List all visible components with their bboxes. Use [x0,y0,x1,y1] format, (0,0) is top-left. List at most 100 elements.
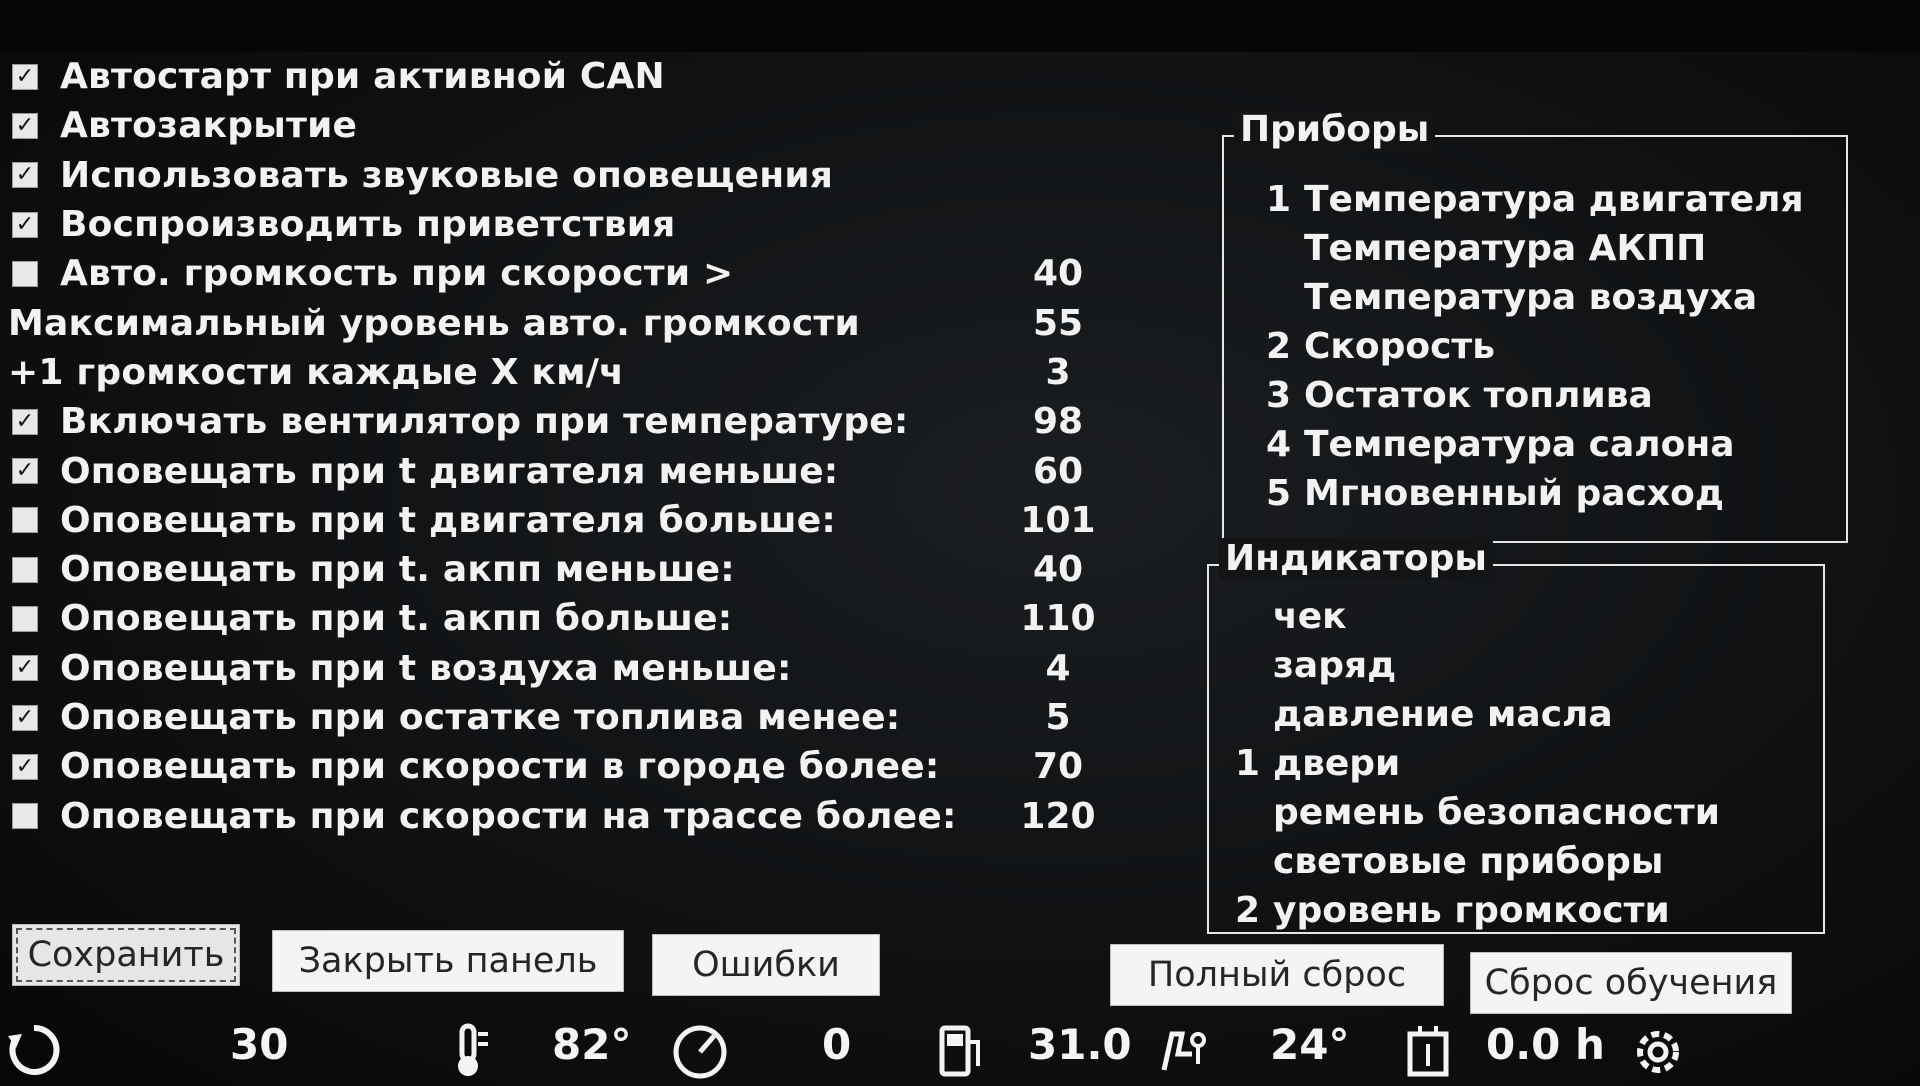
setting-value[interactable]: 4 [998,648,1118,689]
setting-value[interactable]: 55 [998,303,1118,344]
volume-value: 30 [230,1020,289,1069]
setting-label: +1 громкости каждые X км/ч [8,351,624,393]
setting-label: Оповещать при t. акпп больше: [60,598,733,640]
setting-value[interactable]: 60 [998,451,1118,492]
status-bar: 30 82° 0 31.0 24° 0.0 h [0,1014,1920,1086]
setting-label: Максимальный уровень авто. громкости [8,302,860,344]
devices-panel: Приборы 1 Температура двигателя Температур… [1222,109,1848,543]
indicators-item[interactable]: световые приборы [1235,837,1823,886]
indicators-item[interactable]: чек [1235,592,1823,641]
devices-item-label: Температура АКПП [1304,228,1707,269]
setting-label: Оповещать при t. акпп меньше: [60,549,735,591]
setting-row: ✓ Воспроизводить приветствия [8,200,1108,249]
setting-label: Оповещать при скорости в городе более: [60,746,940,788]
setting-label: Включать вентилятор при температуре: [60,401,909,443]
setting-row: ✓ Оповещать при t двигателя меньше: 60 [8,446,1108,495]
thermometer-icon [438,1020,498,1080]
indicators-item[interactable]: ремень безопасности [1235,788,1823,837]
setting-label: Оповещать при t воздуха меньше: [60,647,792,689]
devices-item[interactable]: 1 Температура двигателя [1266,175,1846,224]
setting-value[interactable]: 101 [998,500,1118,541]
settings-list: ✓ Автостарт при активной CAN ✓ Автозакрытие… [8,52,1108,841]
devices-item-number: 1 [1266,179,1292,220]
indicators-item[interactable]: 2 уровень громкости [1235,886,1823,935]
setting-row: Оповещать при скорости на трассе более: 1… [8,791,1108,840]
checkbox-checked[interactable]: ✓ [12,753,38,780]
setting-value[interactable]: 40 [998,549,1118,590]
fuel-value: 31.0 [1028,1020,1132,1069]
checkbox-unchecked[interactable] [12,260,38,287]
devices-panel-title: Приборы [1234,109,1436,150]
indicators-item-label: заряд [1273,645,1397,686]
setting-value[interactable]: 120 [998,796,1118,837]
devices-item[interactable]: 4 Температура салона [1266,420,1846,469]
indicators-item-number: 2 [1235,890,1261,931]
setting-row: ✓ Оповещать при скорости в городе более: 7… [8,742,1108,791]
setting-value[interactable]: 5 [998,697,1118,738]
setting-label: Авто. громкость при скорости > [60,253,734,295]
setting-row: +1 громкости каждые X км/ч 3 [8,348,1108,397]
devices-item[interactable]: 5 Мгновенный расход [1266,469,1846,518]
devices-item-label: Мгновенный расход [1304,473,1724,514]
indicators-item-label: чек [1273,596,1347,637]
checkbox-checked[interactable]: ✓ [12,458,38,485]
devices-item[interactable]: Температура воздуха [1266,273,1846,322]
indicators-item[interactable]: заряд [1235,641,1823,690]
setting-label: Использовать звуковые оповещения [60,154,834,196]
checkbox-unchecked[interactable] [12,556,38,583]
setting-row: ✓ Автостарт при активной CAN [8,52,1108,101]
top-dark-band [0,0,1920,52]
engine-hours-icon [1398,1020,1458,1080]
devices-item-label: Скорость [1304,326,1496,367]
setting-value[interactable]: 70 [998,746,1118,787]
setting-label: Автозакрытие [60,105,358,147]
devices-item-label: Температура воздуха [1304,277,1758,318]
checkbox-checked[interactable]: ✓ [12,63,38,90]
checkbox-checked[interactable]: ✓ [12,655,38,682]
checkbox-unchecked[interactable] [12,605,38,632]
close-panel-button[interactable]: Закрыть панель [272,930,624,992]
setting-value[interactable]: 110 [998,598,1118,639]
checkbox-checked[interactable]: ✓ [12,112,38,139]
setting-value[interactable]: 98 [998,401,1118,442]
devices-item[interactable]: 3 Остаток топлива [1266,371,1846,420]
setting-row: ✓ Оповещать при t воздуха меньше: 4 [8,644,1108,693]
setting-value[interactable]: 3 [998,352,1118,393]
setting-row: ✓ Использовать звуковые оповещения [8,151,1108,200]
cabin-temp-value: 24° [1270,1020,1350,1069]
checkbox-checked[interactable]: ✓ [12,162,38,189]
indicators-item-label: уровень громкости [1273,890,1670,931]
indicators-panel-title: Индикаторы [1219,538,1493,579]
engine-hours-value: 0.0 h [1486,1020,1605,1069]
errors-button[interactable]: Ошибки [652,934,880,996]
checkbox-unchecked[interactable] [12,507,38,534]
devices-item-number: 2 [1266,326,1292,367]
indicators-item-label: давление масла [1273,694,1613,735]
checkbox-checked[interactable]: ✓ [12,211,38,238]
devices-item-number: 4 [1266,424,1292,465]
refresh-icon[interactable] [4,1020,64,1080]
setting-label: Оповещать при скорости на трассе более: [60,795,957,837]
setting-value[interactable]: 40 [998,253,1118,294]
setting-row: Оповещать при t двигателя больше: 101 [8,496,1108,545]
gear-icon[interactable] [1628,1020,1688,1080]
indicators-item-label: двери [1273,743,1401,784]
checkbox-checked[interactable]: ✓ [12,704,38,731]
setting-row: ✓ Оповещать при остатке топлива менее: 5 [8,693,1108,742]
full-reset-button[interactable]: Полный сброс [1110,944,1444,1006]
speed-value: 0 [822,1020,852,1069]
devices-item[interactable]: 2 Скорость [1266,322,1846,371]
engine-temp-value: 82° [552,1020,632,1069]
indicators-item[interactable]: давление масла [1235,690,1823,739]
fuel-pump-icon [932,1020,992,1080]
save-button[interactable]: Сохранить [12,924,240,986]
devices-item[interactable]: Температура АКПП [1266,224,1846,273]
devices-item-label: Температура салона [1304,424,1735,465]
setting-row: Максимальный уровень авто. громкости 55 [8,298,1108,347]
indicators-item[interactable]: 1 двери [1235,739,1823,788]
checkbox-unchecked[interactable] [12,803,38,830]
indicators-item-label: световые приборы [1273,841,1664,882]
checkbox-checked[interactable]: ✓ [12,408,38,435]
speedometer-icon [670,1020,730,1080]
reset-learning-button[interactable]: Сброс обучения [1470,952,1792,1014]
